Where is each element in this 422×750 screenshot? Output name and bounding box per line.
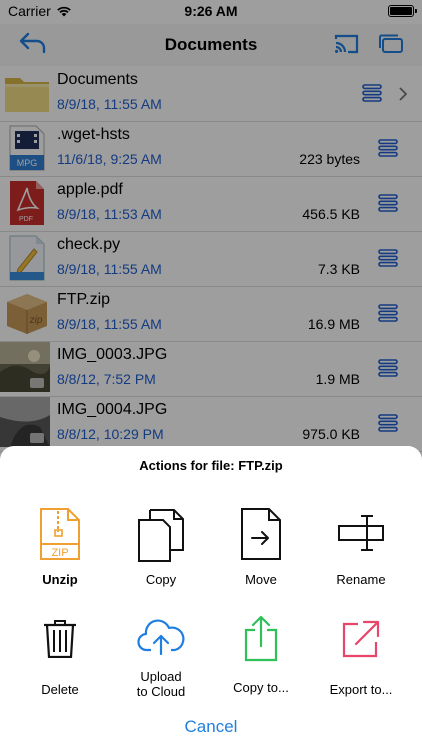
- export-to-button[interactable]: Export to...: [313, 618, 409, 697]
- copy-to-button[interactable]: Copy to...: [213, 614, 309, 695]
- unzip-button[interactable]: ZIP Unzip: [12, 508, 108, 587]
- action-sheet-title: Actions for file: FTP.zip: [139, 458, 283, 473]
- move-icon: [241, 508, 281, 560]
- zip-icon-text: ZIP: [51, 547, 68, 559]
- rename-button[interactable]: Rename: [313, 508, 409, 587]
- share-icon: [244, 615, 278, 662]
- delete-label: Delete: [41, 682, 79, 697]
- delete-button[interactable]: Delete: [12, 618, 108, 697]
- unzip-label: Unzip: [42, 572, 78, 587]
- upload-to-cloud-button[interactable]: Upload to Cloud: [113, 616, 209, 699]
- copy-label: Copy: [145, 572, 177, 587]
- move-button[interactable]: Move: [213, 508, 309, 587]
- cloud-upload-icon: [137, 619, 185, 656]
- export-to-label: Export to...: [329, 682, 393, 697]
- copy-to-label: Copy to...: [233, 680, 289, 695]
- screen: Carrier 9:26 AM Documents Documents 8/9/…: [0, 0, 422, 750]
- zip-file-icon: ZIP: [40, 508, 80, 560]
- export-icon: [342, 620, 380, 658]
- copy-icon: [138, 509, 184, 562]
- copy-button[interactable]: Copy: [113, 508, 209, 587]
- trash-icon: [44, 620, 76, 658]
- upload-to-cloud-label: Upload to Cloud: [136, 669, 186, 699]
- action-sheet: Actions for file: FTP.zip ZIP Unzip Copy…: [0, 446, 422, 750]
- cancel-button[interactable]: Cancel: [0, 717, 422, 737]
- rename-icon: [338, 515, 384, 551]
- move-label: Move: [245, 572, 277, 587]
- rename-label: Rename: [336, 572, 386, 587]
